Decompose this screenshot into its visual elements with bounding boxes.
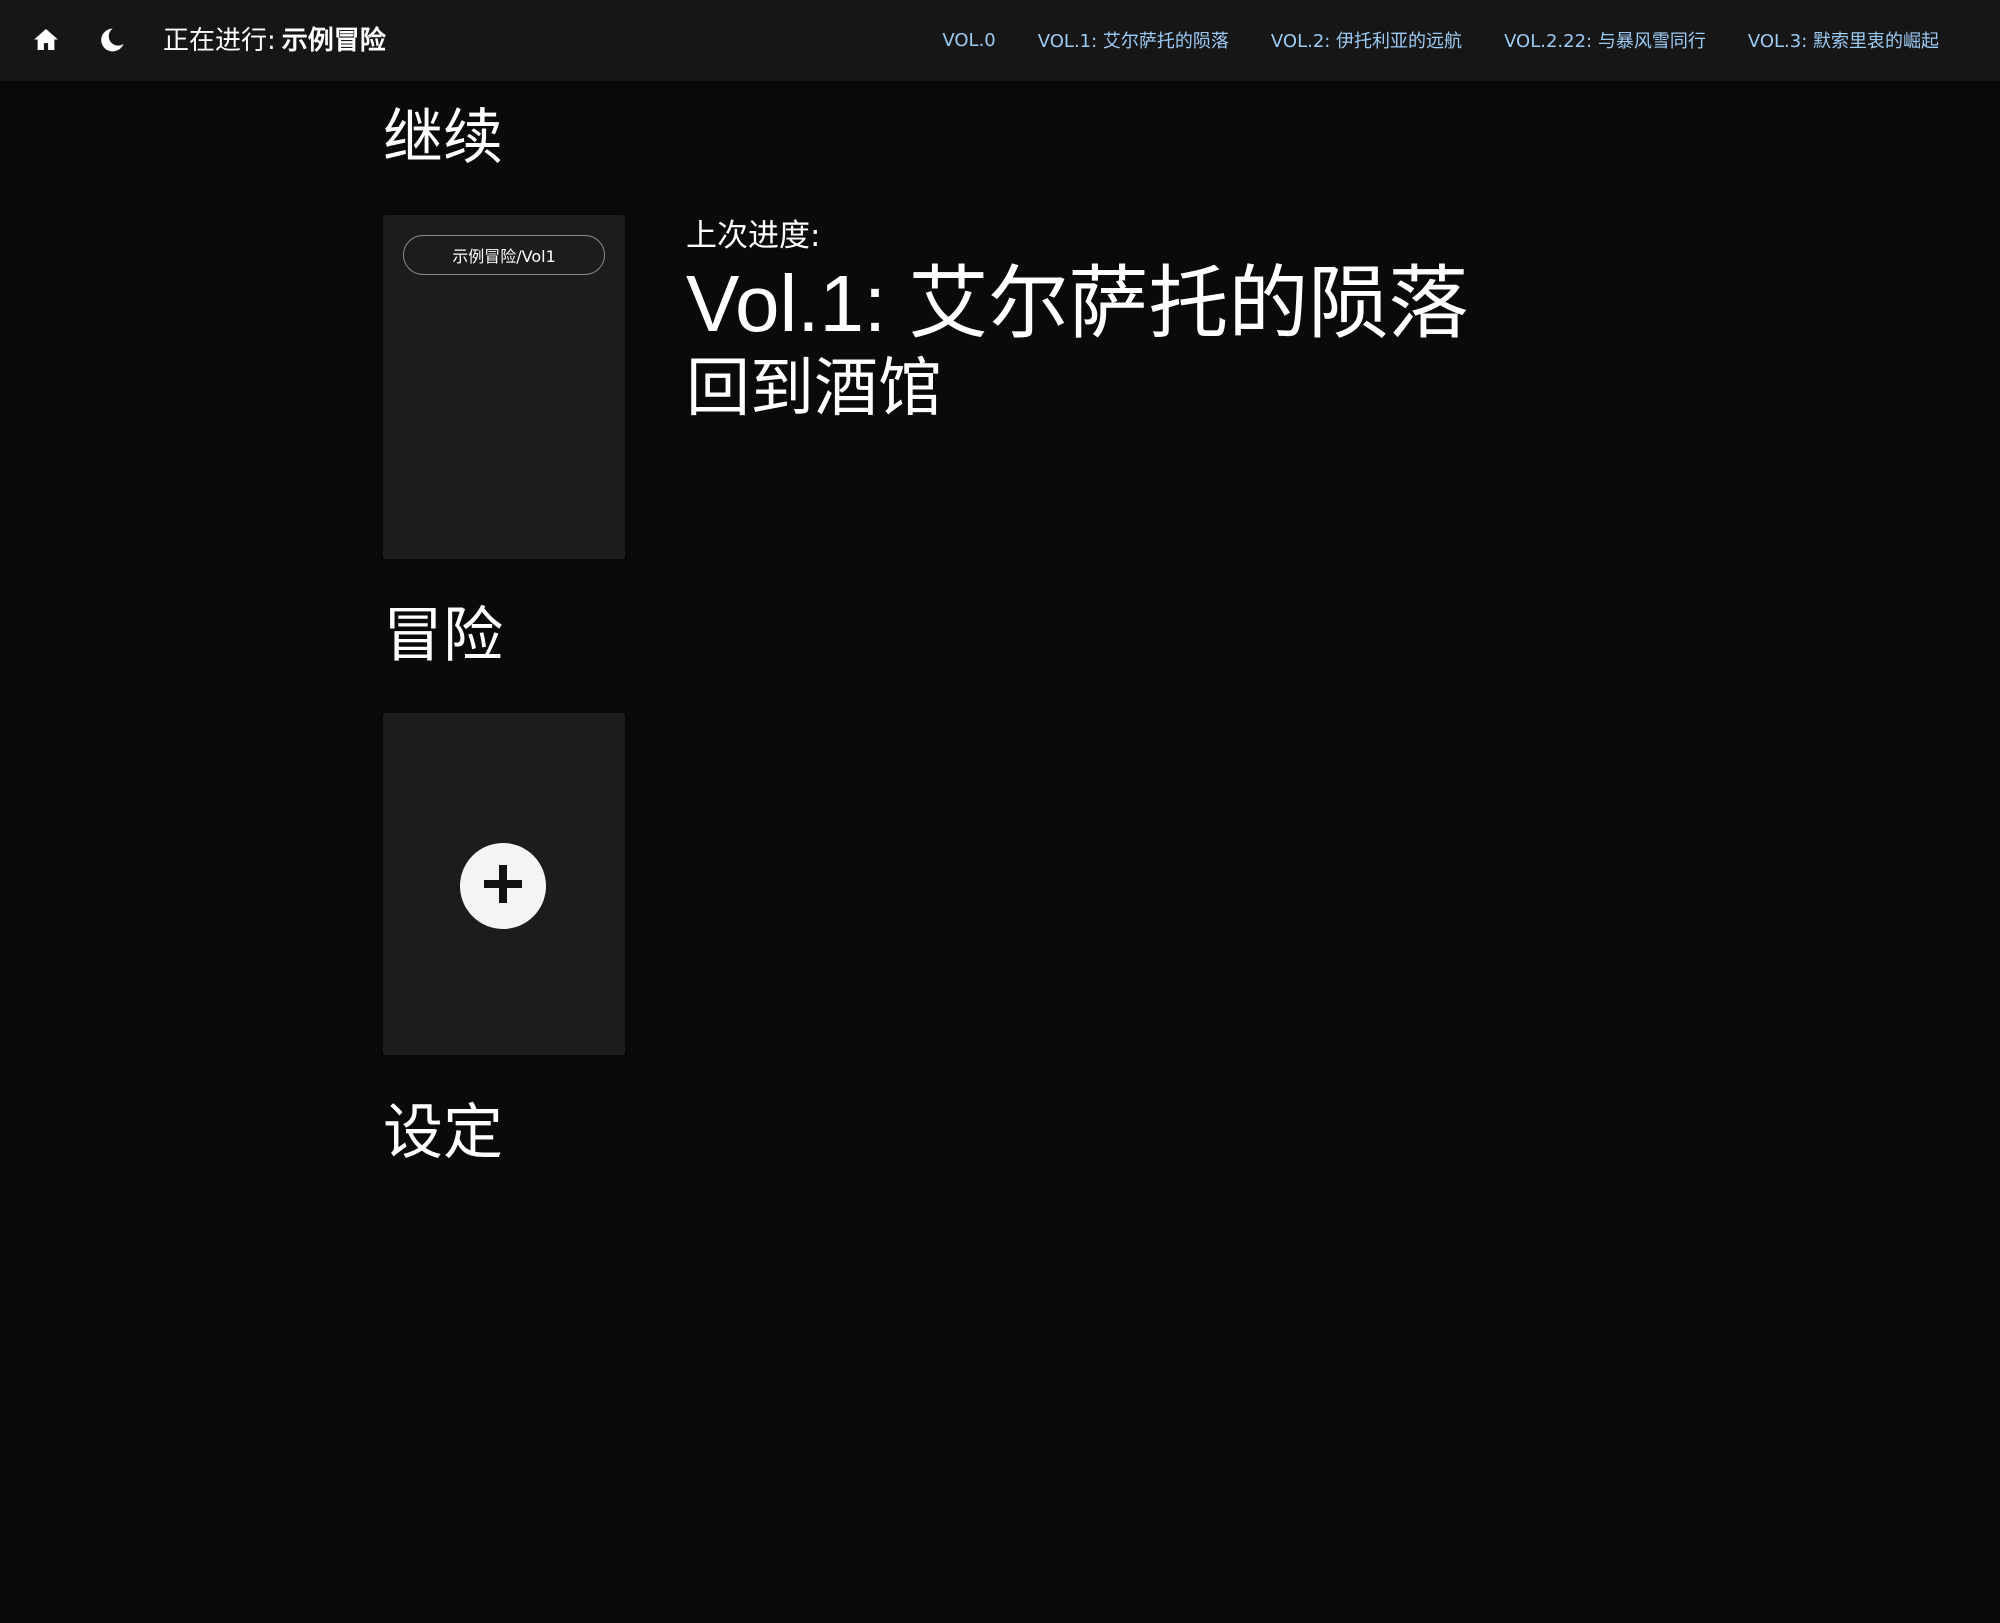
home-button[interactable] xyxy=(26,20,66,60)
adventure-volume-chip: 示例冒险/Vol1 xyxy=(403,235,605,275)
dark-mode-toggle[interactable] xyxy=(92,20,132,60)
last-progress: 上次进度: Vol.1: 艾尔萨托的陨落 回到酒馆 xyxy=(686,213,1786,429)
nav-vol-3[interactable]: VOL.3: 默索里衷的崛起 xyxy=(1727,19,1960,61)
current-adventure-name: 示例冒险 xyxy=(281,26,386,56)
nav-vol-2[interactable]: VOL.2: 伊托利亚的远航 xyxy=(1250,19,1483,61)
settings-heading: 设定 xyxy=(383,1098,503,1168)
new-adventure-card xyxy=(383,713,625,1055)
continue-heading: 继续 xyxy=(383,103,503,173)
nav-vol-1[interactable]: VOL.1: 艾尔萨托的陨落 xyxy=(1017,19,1250,61)
add-adventure-button[interactable] xyxy=(460,843,546,929)
moon-icon xyxy=(98,26,126,54)
last-progress-label: 上次进度: xyxy=(686,218,821,254)
last-progress-chapter: 回到酒馆 xyxy=(686,352,942,426)
nav-vol-2-22[interactable]: VOL.2.22: 与暴风雪同行 xyxy=(1483,19,1727,61)
continue-card[interactable]: 示例冒险/Vol1 xyxy=(383,215,625,559)
home-icon xyxy=(31,25,61,55)
adventure-heading: 冒险 xyxy=(383,601,503,671)
nav-vol-0[interactable]: VOL.0 xyxy=(921,22,1016,59)
last-progress-volume: Vol.1: 艾尔萨托的陨落 xyxy=(686,259,1469,348)
plus-icon xyxy=(480,861,526,911)
current-adventure-label: 正在进行: xyxy=(163,26,276,56)
volume-nav: VOL.0 VOL.1: 艾尔萨托的陨落 VOL.2: 伊托利亚的远航 VOL.… xyxy=(921,20,1960,60)
current-adventure: 正在进行: 示例冒险 xyxy=(163,22,386,60)
top-app-bar: 正在进行: 示例冒险 VOL.0 VOL.1: 艾尔萨托的陨落 VOL.2: 伊托… xyxy=(0,0,2000,81)
